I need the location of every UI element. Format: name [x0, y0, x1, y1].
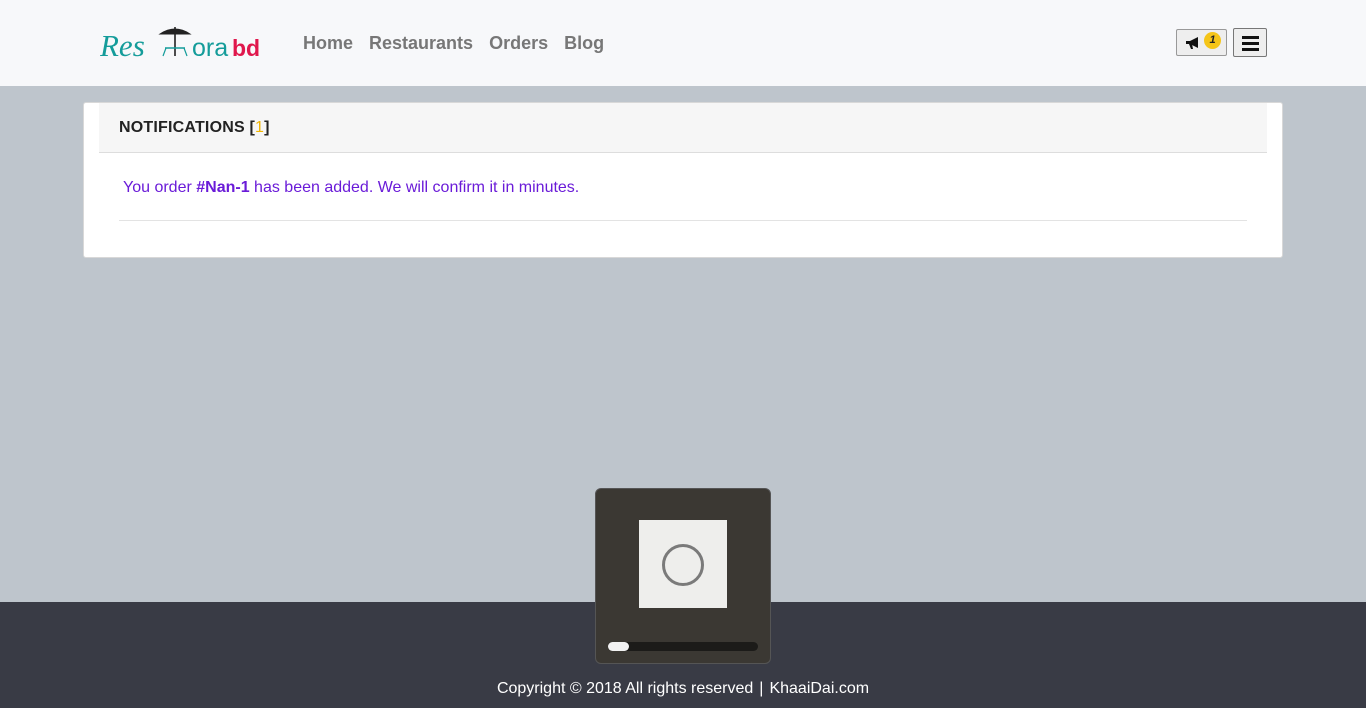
- notifications-title-prefix: NOTIFICATIONS [: [119, 119, 256, 136]
- notification-text-after: has been added. We will confirm it in mi…: [249, 179, 580, 196]
- nav-home[interactable]: Home: [303, 32, 353, 54]
- notifications-count: 1: [255, 119, 265, 136]
- footer-site-link[interactable]: KhaaiDai.com: [769, 680, 869, 697]
- loading-progress-fill: [608, 642, 629, 651]
- loading-overlay: [595, 488, 771, 664]
- notification-divider: [119, 220, 1247, 221]
- notification-count-badge: 1: [1204, 32, 1221, 49]
- hamburger-menu-icon: [1242, 36, 1259, 39]
- notification-item[interactable]: You order #Nan-1 has been added. We will…: [123, 179, 579, 197]
- nav-orders[interactable]: Orders: [489, 32, 548, 54]
- hamburger-menu-icon-bar: [1242, 42, 1259, 45]
- notifications-panel-header: NOTIFICATIONS [1]: [99, 103, 1267, 153]
- logo-text-part3: bd: [232, 35, 260, 61]
- hamburger-menu-button[interactable]: [1233, 28, 1267, 57]
- main-nav: Home Restaurants Orders Blog: [303, 32, 604, 54]
- notifications-title-suffix: ]: [264, 119, 270, 136]
- notifications-title: NOTIFICATIONS [1]: [119, 119, 270, 137]
- footer-separator: |: [759, 680, 764, 697]
- megaphone-icon: [1186, 37, 1198, 49]
- footer-copyright: Copyright © 2018 All rights reserved | Kha…: [0, 680, 1366, 698]
- umbrella-icon: [158, 27, 192, 57]
- hamburger-menu-icon-bar: [1242, 48, 1259, 51]
- notification-order-id[interactable]: #Nan-1: [196, 179, 249, 196]
- logo-text-part2: ora: [192, 34, 228, 62]
- loading-progress-track: [608, 642, 758, 651]
- nav-restaurants[interactable]: Restaurants: [369, 32, 473, 54]
- brand-logo-graphic: Res ora bd: [100, 27, 260, 63]
- navbar: Res ora bd Home Restaurants Orders Blog …: [0, 0, 1366, 86]
- footer-copyright-text: Copyright © 2018 All rights reserved: [496, 680, 754, 697]
- notification-text-before: You order: [123, 179, 197, 196]
- notifications-panel: NOTIFICATIONS [1] You order #Nan-1 has b…: [83, 102, 1283, 258]
- notifications-button[interactable]: 1: [1176, 29, 1227, 56]
- logo-text-part1: Res: [100, 28, 145, 63]
- loading-ring-icon: [662, 544, 704, 586]
- brand-logo[interactable]: Res ora bd: [100, 24, 270, 64]
- nav-blog[interactable]: Blog: [564, 32, 604, 54]
- loading-frame: [639, 520, 727, 608]
